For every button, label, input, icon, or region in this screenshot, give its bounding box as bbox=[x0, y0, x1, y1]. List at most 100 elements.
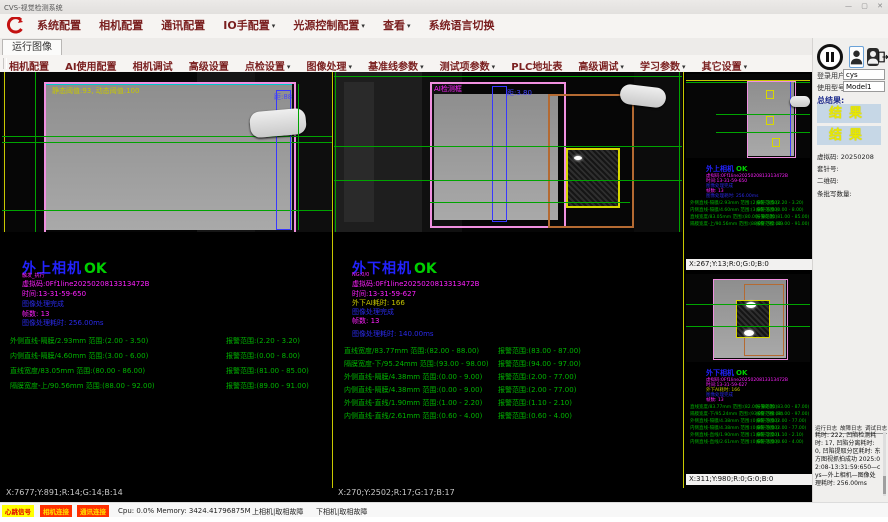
measurement-row: 直线宽度/83.77mm 范围:(82.00 - 88.00)报警范围:(83.… bbox=[690, 404, 777, 410]
camera-link-indicator: 相机连接 bbox=[40, 505, 72, 517]
menu-comm-config[interactable]: 通讯配置 bbox=[161, 14, 205, 38]
pixel-coords-readout: X:270;Y:2502;R:17;G:17;B:17 bbox=[338, 488, 455, 497]
green-guide-line bbox=[35, 72, 36, 232]
pixel-coords-readout: X:7677;Y:891;R:14;G:14;B:14 bbox=[6, 488, 123, 497]
menu-camera-config[interactable]: 相机配置 bbox=[99, 14, 143, 38]
measurement-row: 内侧直线-隔膜/4.38mm 范围:(0.00 - 9.00)报警范围:(2.0… bbox=[690, 425, 779, 431]
measurement-row: 内侧直线-直线/2.61mm 范围:(0.60 - 4.00)报警范围:(0.6… bbox=[690, 439, 779, 445]
chevron-down-icon: ▾ bbox=[620, 63, 624, 71]
mini-image-upper[interactable] bbox=[686, 74, 810, 158]
green-guide-line bbox=[679, 72, 680, 232]
exit-button[interactable] bbox=[877, 47, 888, 67]
marker-rect-yellow bbox=[766, 90, 774, 99]
green-guide-line bbox=[686, 326, 810, 327]
qr-code-field: 二维码: bbox=[817, 175, 839, 185]
log-text: 耗时: 222, 凹陷检测耗时: 17, 凹陷分离耗时: 0, 凹陷提取分区耗时… bbox=[815, 432, 881, 488]
result-box-2: 结果 bbox=[817, 126, 881, 145]
process-elapsed: 图像处理耗时: 256.00ms bbox=[706, 193, 758, 199]
measurement-row: 内侧直线-隔膜/4.38mm 范围:(0.00 - 9.00)报警范围:(2.0… bbox=[344, 385, 680, 395]
measurement-row: 隔膜宽度-下/95.24mm 范围:(93.00 - 98.00)报警范围:(9… bbox=[690, 411, 783, 417]
login-user-input[interactable] bbox=[843, 69, 885, 80]
measurement-row: 隔膜宽度-下/95.24mm 范围:(93.00 - 98.00)报警范围:(9… bbox=[344, 359, 680, 369]
lower-camera-status: 下相机|取相故障 bbox=[316, 507, 367, 517]
model-input[interactable] bbox=[843, 81, 885, 92]
green-guide-line bbox=[686, 304, 810, 305]
close-icon[interactable]: ✕ bbox=[877, 2, 883, 10]
distance-annotation: 距:88 bbox=[274, 92, 292, 102]
window-controls: — ▢ ✕ bbox=[838, 2, 883, 10]
result-box-1: 结果 bbox=[817, 104, 881, 123]
user-button-active[interactable] bbox=[849, 46, 864, 68]
app-window: CVS-视觉检测系统 — ▢ ✕ 系统配置 相机配置 通讯配置 IO手配置▾ 光… bbox=[0, 0, 888, 522]
right-panel: 登录用户: 使用型号: 总结果: 结果 结果 虚拟码: 20250208 套针号… bbox=[812, 38, 888, 502]
ok-status: OK bbox=[414, 261, 437, 277]
needle-set-field: 套针号: bbox=[817, 163, 839, 173]
menu-items: 系统配置 相机配置 通讯配置 IO手配置▾ 光源控制配置▾ 查看▾ 系统语言切换 bbox=[24, 14, 495, 38]
camera-image-upper[interactable]: 静态阈值:93, 动态阈值:100 距:88 bbox=[2, 72, 332, 232]
measurement-row: 直线宽度/83.05mm 范围:(80.00 - 86.00)报警范围:(81.… bbox=[10, 366, 330, 376]
tab-run-image[interactable]: 运行图像 bbox=[2, 39, 62, 56]
menu-system-config[interactable]: 系统配置 bbox=[37, 14, 81, 38]
green-guide-line bbox=[334, 180, 682, 181]
threshold-annotation: 静态阈值:93, 动态阈值:100 bbox=[52, 86, 139, 96]
green-guide-line bbox=[430, 202, 630, 203]
marker-rect-yellow bbox=[766, 116, 774, 125]
green-guide-line bbox=[298, 84, 299, 230]
exit-door-icon bbox=[877, 47, 888, 67]
log-scrollbar[interactable] bbox=[883, 432, 886, 496]
metal-clip-part bbox=[790, 96, 810, 107]
reflection-highlight bbox=[746, 302, 756, 308]
capture-time: 时间:13-31-59-650 bbox=[22, 289, 86, 299]
frame-count: 帧数: 13 bbox=[352, 316, 380, 326]
green-guide-line bbox=[334, 76, 682, 77]
reflection-highlight bbox=[574, 156, 582, 160]
menu-light-config[interactable]: 光源控制配置▾ bbox=[293, 14, 365, 38]
green-guide-line bbox=[334, 146, 682, 147]
measurement-row: 外侧直线-隔膜/4.38mm 范围:(0.00 - 9.00)报警范围:(2.0… bbox=[690, 418, 779, 424]
measurement-row: 外侧直线-直线/1.90mm 范围:(1.00 - 2.20)报警范围:(1.1… bbox=[344, 398, 680, 408]
pause-button[interactable] bbox=[817, 44, 843, 70]
mini-view-lower: 外下相机OK 虚拟码:0Ff1line2025020813313472B 时间:… bbox=[684, 272, 812, 487]
yellow-guide-line bbox=[4, 72, 5, 232]
measurement-row: 内侧直线-直线/2.61mm 范围:(0.60 - 4.00)报警范围:(0.6… bbox=[344, 411, 680, 421]
mini-image-lower[interactable] bbox=[686, 274, 810, 362]
pixel-coords-readout: X:311;Y:980;R:0;G:0;B:0 bbox=[686, 474, 812, 485]
menu-bar: 系统配置 相机配置 通讯配置 IO手配置▾ 光源控制配置▾ 查看▾ 系统语言切换 bbox=[0, 14, 888, 39]
chevron-down-icon: ▾ bbox=[348, 63, 352, 71]
menu-view[interactable]: 查看▾ bbox=[383, 14, 411, 38]
measurement-row: 内侧直线-隔膜/4.60mm 范围:(3.00 - 6.00)报警范围:(0.0… bbox=[10, 351, 330, 361]
title-bar: CVS-视觉检测系统 — ▢ ✕ bbox=[0, 0, 888, 15]
ai-box-label: AI检测框 bbox=[434, 84, 462, 94]
process-elapsed: 图像处理耗时: 140.00ms bbox=[352, 329, 434, 339]
minimize-icon[interactable]: — bbox=[845, 2, 852, 10]
view-divider bbox=[332, 72, 333, 488]
toolbar: 相机配置 AI使用配置 相机调试 高级设置 点检设置▾ 图像处理▾ 基准线参数▾… bbox=[0, 55, 812, 73]
chevron-down-icon: ▾ bbox=[492, 63, 496, 71]
window-title: CVS-视觉检测系统 bbox=[4, 3, 63, 13]
measurement-row: 直线宽度/83.05mm 范围:(80.00 - 86.00)报警范围:(81.… bbox=[690, 214, 777, 220]
chevron-down-icon: ▾ bbox=[420, 63, 424, 71]
process-done: 图像处理完成 bbox=[22, 299, 64, 309]
maximize-icon[interactable]: ▢ bbox=[861, 2, 868, 10]
camera-view-lower: AI检测框 距:3.80 外下相机OK NG:0/0 虚拟码:0Ff1line2… bbox=[334, 72, 682, 502]
measurement-row: 隔膜宽度-上/90.56mm 范围:(88.00 - 92.00)报警范围:(8… bbox=[10, 381, 330, 391]
menu-language-switch[interactable]: 系统语言切换 bbox=[429, 14, 495, 38]
machine-band bbox=[344, 82, 374, 222]
distance-annotation: 距:3.80 bbox=[507, 88, 532, 98]
chevron-down-icon: ▾ bbox=[272, 22, 276, 30]
ng-tag: NG:0/0 bbox=[352, 272, 369, 278]
measurement-row: 外侧直线-隔膜/2.93mm 范围:(2.00 - 3.50)报警范围:(2.2… bbox=[10, 336, 330, 346]
chevron-down-icon: ▾ bbox=[361, 22, 365, 30]
measurement-row: 外侧直线-隔膜/2.93mm 范围:(2.00 - 3.50)报警范围:(2.2… bbox=[690, 200, 779, 206]
virtual-code-field: 虚拟码: 20250208 bbox=[817, 151, 874, 161]
chevron-down-icon: ▾ bbox=[744, 63, 748, 71]
mini-view-upper: 外上相机OK 虚拟码:0Ff1line2025020813313472B 时间:… bbox=[684, 72, 812, 272]
camera-image-lower[interactable]: AI检测框 距:3.80 bbox=[334, 72, 682, 232]
user-icon bbox=[850, 47, 863, 67]
scrollbar-thumb[interactable] bbox=[883, 476, 886, 494]
tab-row: 运行图像 bbox=[0, 38, 812, 56]
menu-io-config[interactable]: IO手配置▾ bbox=[223, 14, 275, 38]
green-guide-line bbox=[716, 114, 810, 115]
comm-link-indicator: 通讯连接 bbox=[77, 505, 109, 517]
cpu-memory-readout: Cpu: 0.0% Memory: 3424.41796875M bbox=[118, 507, 251, 515]
